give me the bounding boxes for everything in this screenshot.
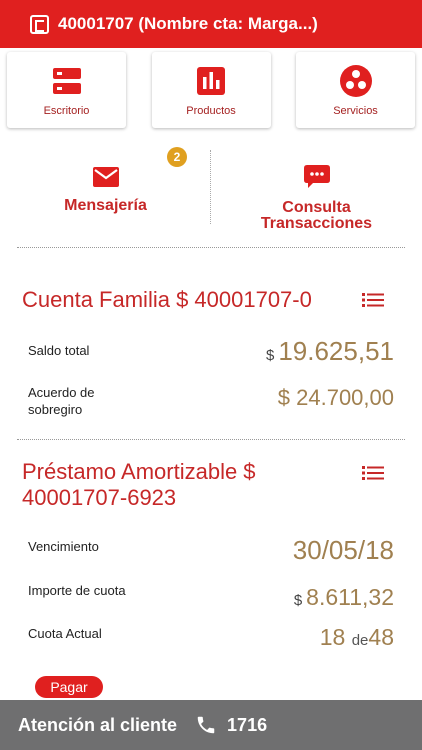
bar-chart-icon [194,64,228,98]
current-installment-value: 18 de48 [319,624,394,650]
chat-bubble-icon [303,165,330,194]
desktop-icon [50,64,84,98]
due-date-label: Vencimiento [28,539,99,554]
balance-value: $19.625,51 [265,336,394,366]
installment-label: Importe de cuota [28,583,126,598]
tile-escritorio[interactable]: Escritorio [7,52,126,128]
customer-service-phone: 1716 [227,714,268,735]
list-menu-icon[interactable] [362,465,384,481]
due-date-value: 30/05/18 [292,535,394,565]
transactions-button[interactable]: Consulta Transacciones [211,145,422,232]
section-divider [17,247,405,248]
header-bar: 40001707 (Nombre cta: Marga...) [0,0,422,48]
services-icon [339,64,373,98]
envelope-icon [92,167,119,192]
balance-label: Saldo total [28,343,90,358]
customer-service-label: Atención al cliente [18,714,178,735]
installment-value: $8.611,32 [293,584,394,610]
bank-logo-icon [30,14,49,34]
nav-tiles: Escritorio Productos Servicios [7,52,415,128]
customer-service-bar[interactable]: Atención al cliente 1716 [0,700,422,750]
tile-servicios[interactable]: Servicios [296,52,415,128]
account-header-title[interactable]: 40001707 (Nombre cta: Marga...) [58,14,318,34]
messaging-label: Mensajería [64,197,147,214]
section-divider [17,439,405,440]
pay-button[interactable]: Pagar [35,676,103,698]
transactions-label: Consulta Transacciones [260,199,373,232]
unread-badge: 2 [167,147,187,167]
current-installment-label: Cuota Actual [28,626,102,641]
overdraft-value: $ 24.700,00 [277,385,394,410]
tile-label: Servicios [333,105,378,117]
overdraft-label: Acuerdo de sobregiro [28,385,95,417]
tile-productos[interactable]: Productos [151,52,271,128]
loan-title[interactable]: Préstamo Amortizable $ 40001707-6923 [22,459,322,511]
tile-label: Escritorio [43,105,90,117]
shortcuts-row: Mensajería Consulta Transacciones [0,145,422,232]
shortcuts-divider [210,150,211,224]
list-menu-icon[interactable] [362,292,384,308]
tile-label: Productos [186,105,236,117]
phone-icon [195,714,217,736]
account-title[interactable]: Cuenta Familia $ 40001707-0 [22,287,312,313]
